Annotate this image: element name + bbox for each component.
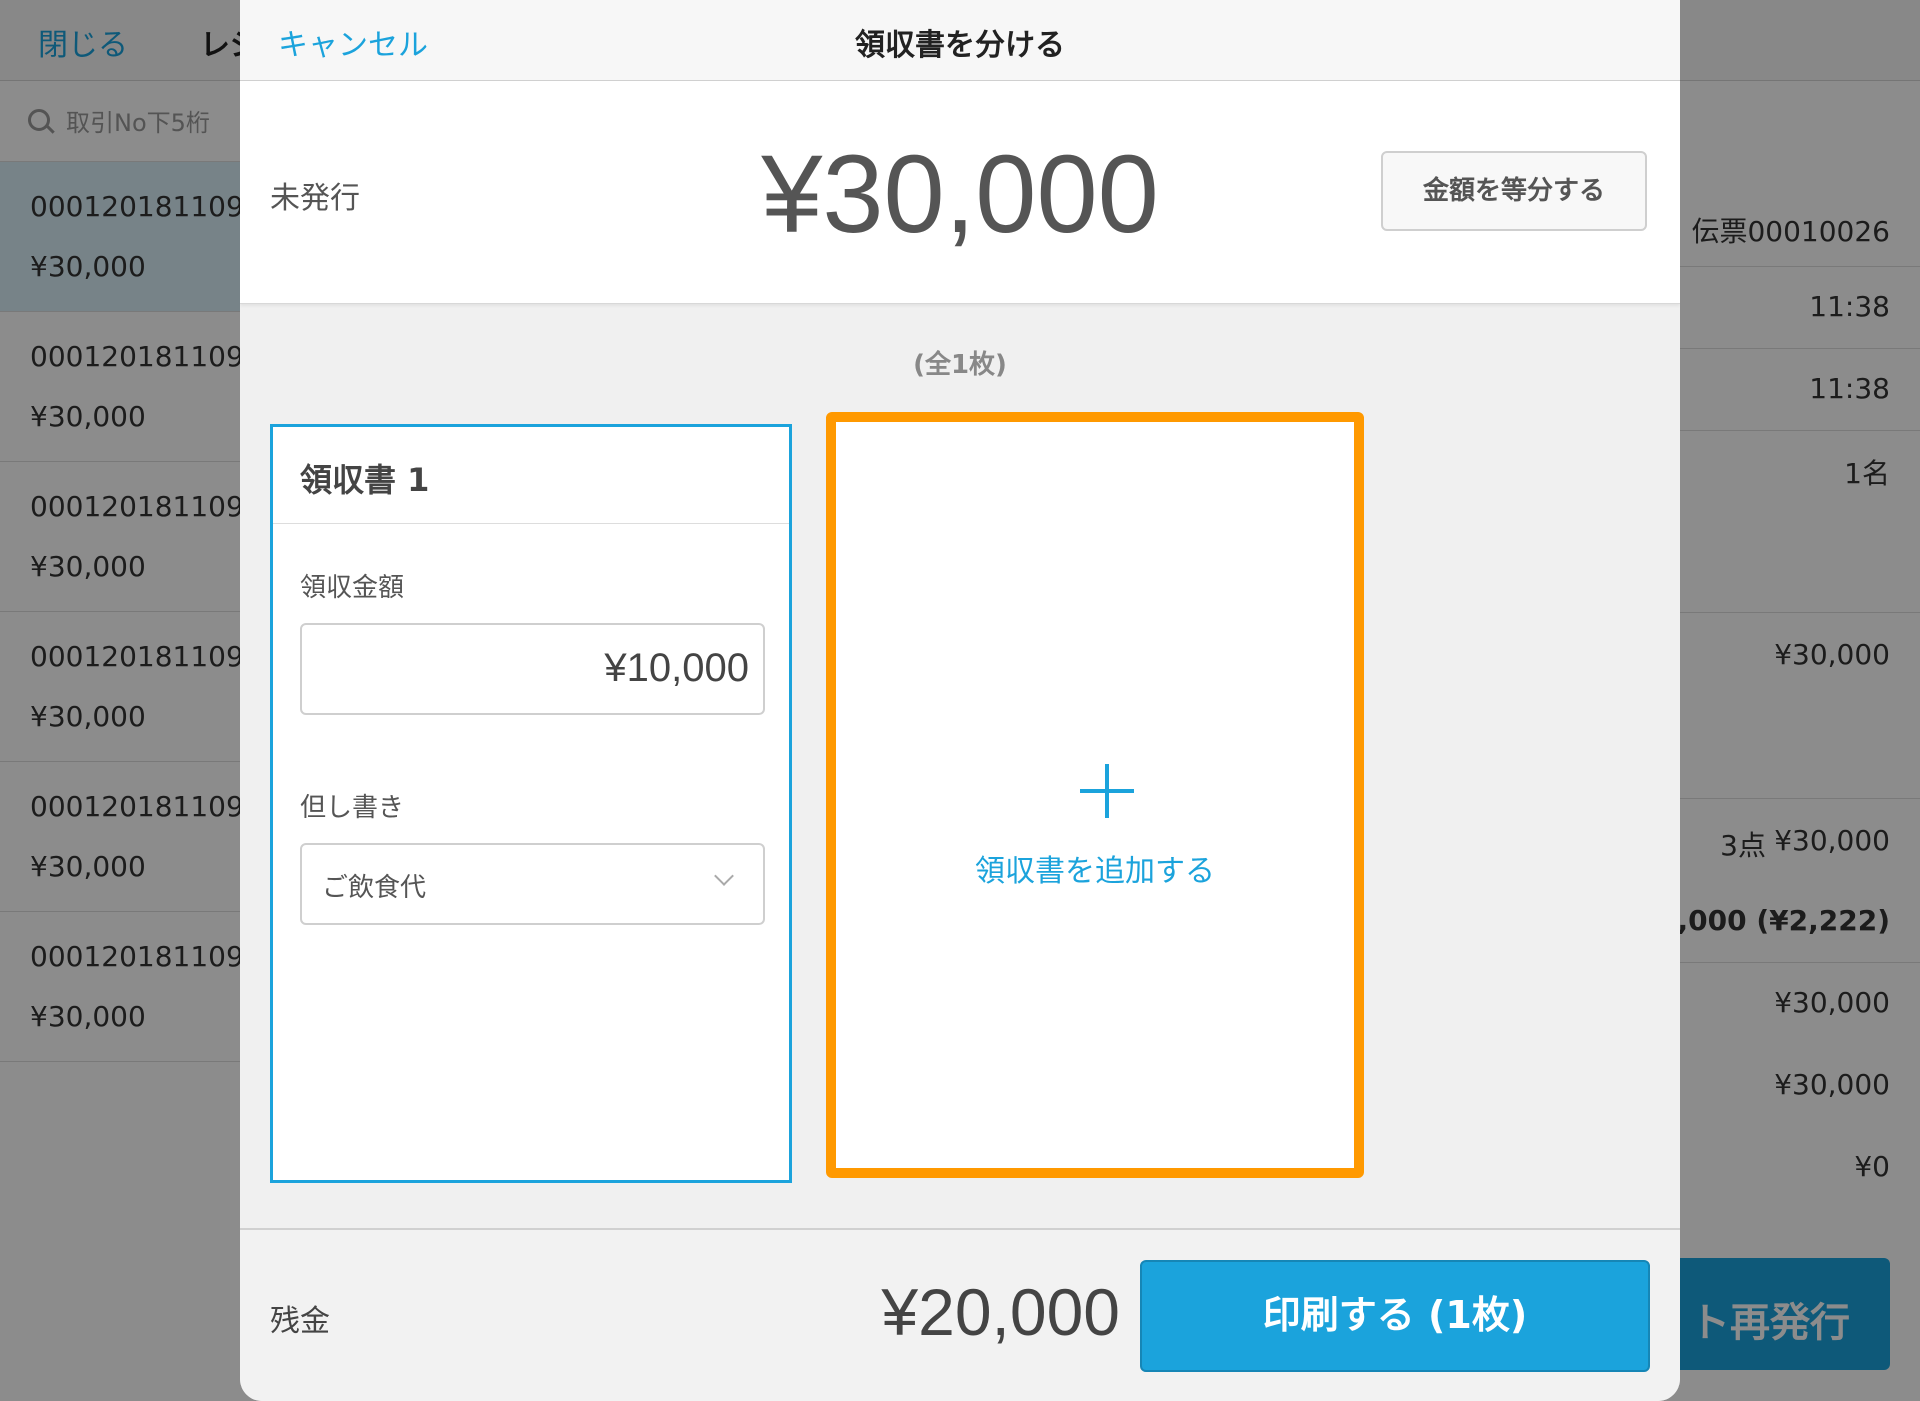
add-receipt-button[interactable]: 領収書を追加する [826,412,1364,1178]
modal-footer: 残金 ¥20,000 印刷する (1枚) [240,1228,1680,1401]
modal-title: 領収書を分ける [855,28,1065,63]
modal-header: キャンセル 領収書を分ける [240,0,1680,81]
split-equally-button[interactable]: 金額を等分する [1381,151,1647,231]
print-button[interactable]: 印刷する (1枚) [1140,1260,1650,1372]
note-select[interactable]: ご飲食代 [300,843,765,925]
remaining-amount: ¥20,000 [881,1275,1120,1349]
summary-panel: 未発行 ¥30,000 金額を等分する [240,81,1680,304]
note-value: ご飲食代 [322,873,427,903]
receipt-card: 領収書 1 領収金額 ¥10,000 但し書き ご飲食代 [270,424,792,1183]
divider [273,523,789,524]
receipt-title: 領収書 1 [300,461,430,499]
plus-icon [1080,764,1134,818]
receipt-count: (全1枚) [913,350,1007,380]
split-receipt-modal: キャンセル 領収書を分ける 未発行 ¥30,000 金額を等分する (全1枚) … [240,0,1680,1401]
amount-input[interactable]: ¥10,000 [300,623,765,715]
note-label: 但し書き [300,793,405,823]
chevron-down-icon [714,866,734,886]
add-receipt-label: 領収書を追加する [975,854,1215,889]
remaining-label: 残金 [270,1304,330,1339]
amount-label: 領収金額 [300,573,405,603]
